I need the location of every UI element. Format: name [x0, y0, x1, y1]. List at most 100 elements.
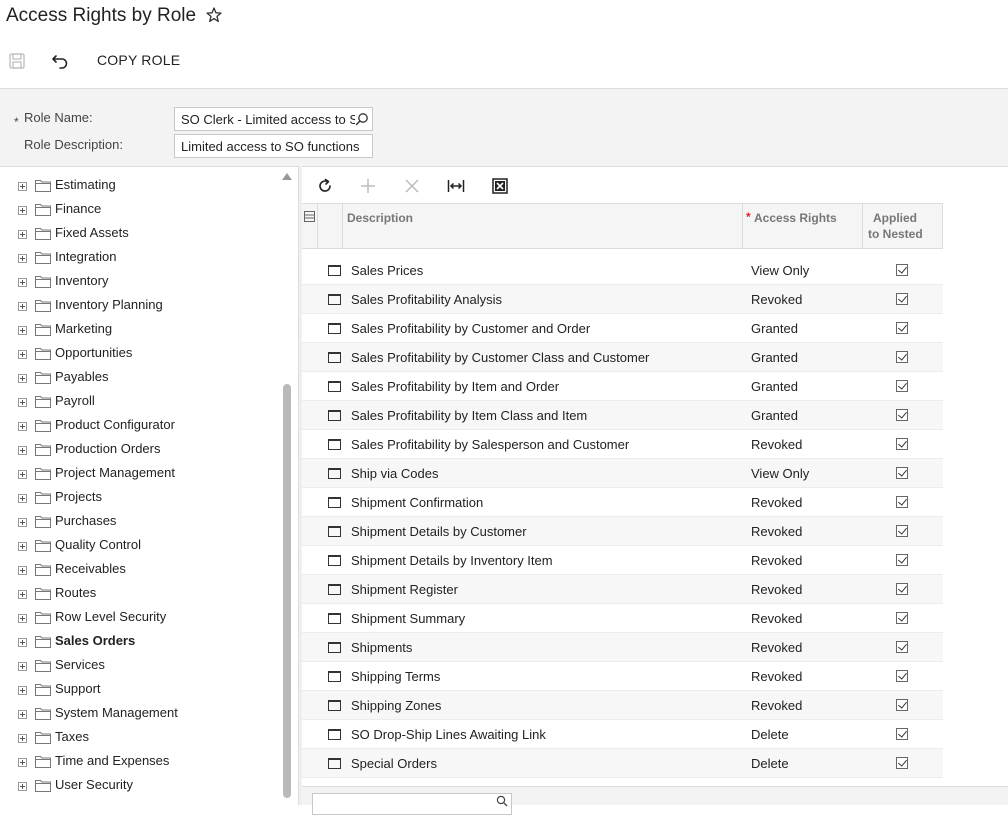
expand-icon[interactable] [18, 710, 27, 719]
expand-icon[interactable] [18, 614, 27, 623]
table-row[interactable]: Shipment Details by Inventory Item Revoke… [302, 546, 943, 575]
scroll-up-icon[interactable] [281, 171, 293, 181]
tree-item[interactable]: Inventory Planning [18, 294, 288, 318]
copy-role-button[interactable]: COPY ROLE [97, 52, 180, 68]
table-row[interactable]: Shipping Zones Revoked [302, 691, 943, 720]
applied-to-nested-checkbox[interactable] [896, 351, 908, 363]
expand-icon[interactable] [18, 398, 27, 407]
access-rights-cell[interactable]: Revoked [751, 495, 802, 510]
applied-to-nested-checkbox[interactable] [896, 293, 908, 305]
expand-icon[interactable] [18, 422, 27, 431]
table-row[interactable]: Ship via Codes View Only [302, 459, 943, 488]
tree-item[interactable]: Product Configurator [18, 414, 288, 438]
tree-item[interactable]: Integration [18, 246, 288, 270]
tree-item[interactable]: Opportunities [18, 342, 288, 366]
tree-item[interactable]: Purchases [18, 510, 288, 534]
table-row[interactable]: Shipment Details by Customer Revoked [302, 517, 943, 546]
column-settings-icon[interactable] [304, 211, 315, 222]
access-rights-cell[interactable]: Revoked [751, 292, 802, 307]
access-rights-cell[interactable]: Delete [751, 727, 789, 742]
applied-to-nested-checkbox[interactable] [896, 264, 908, 276]
table-row[interactable]: Shipping Terms Revoked [302, 662, 943, 691]
expand-icon[interactable] [18, 758, 27, 767]
table-row[interactable]: Sales Profitability by Customer Class an… [302, 343, 943, 372]
table-row[interactable]: Sales Profitability by Salesperson and C… [302, 430, 943, 459]
undo-icon[interactable] [50, 51, 70, 69]
add-row-icon[interactable] [359, 177, 377, 195]
applied-to-nested-checkbox[interactable] [896, 438, 908, 450]
refresh-icon[interactable] [316, 177, 334, 195]
tree-item[interactable]: System Management [18, 702, 288, 726]
access-rights-cell[interactable]: Revoked [751, 437, 802, 452]
table-row[interactable]: Shipment Summary Revoked [302, 604, 943, 633]
expand-icon[interactable] [18, 518, 27, 527]
tree-item[interactable]: Projects [18, 486, 288, 510]
tree-item[interactable]: Payables [18, 366, 288, 390]
access-rights-cell[interactable]: Revoked [751, 611, 802, 626]
table-row[interactable]: Shipments Revoked [302, 633, 943, 662]
table-row[interactable]: Sales Profitability by Item and Order Gra… [302, 372, 943, 401]
table-row[interactable]: Shipment Confirmation Revoked [302, 488, 943, 517]
role-description-field[interactable]: Limited access to SO functions [174, 134, 373, 158]
access-rights-cell[interactable]: View Only [751, 263, 809, 278]
access-rights-cell[interactable]: View Only [751, 466, 809, 481]
expand-icon[interactable] [18, 230, 27, 239]
applied-to-nested-checkbox[interactable] [896, 467, 908, 479]
access-rights-cell[interactable]: Revoked [751, 640, 802, 655]
applied-to-nested-checkbox[interactable] [896, 641, 908, 653]
table-row[interactable]: Shipment Register Revoked [302, 575, 943, 604]
expand-icon[interactable] [18, 254, 27, 263]
expand-icon[interactable] [18, 470, 27, 479]
expand-icon[interactable] [18, 278, 27, 287]
expand-icon[interactable] [18, 182, 27, 191]
table-row[interactable]: SO Drop-Ship Lines Awaiting Link Delete [302, 720, 943, 749]
applied-to-nested-checkbox[interactable] [896, 699, 908, 711]
tree-item[interactable]: Sales Orders [18, 630, 288, 654]
expand-icon[interactable] [18, 638, 27, 647]
expand-icon[interactable] [18, 446, 27, 455]
applied-to-nested-checkbox[interactable] [896, 322, 908, 334]
access-rights-cell[interactable]: Granted [751, 350, 798, 365]
save-icon[interactable] [8, 52, 26, 70]
expand-icon[interactable] [18, 590, 27, 599]
access-rights-column-header[interactable]: * Access Rights [743, 204, 863, 249]
access-rights-cell[interactable]: Revoked [751, 553, 802, 568]
table-row[interactable]: Sales Profitability by Customer and Orde… [302, 314, 943, 343]
access-rights-cell[interactable]: Revoked [751, 669, 802, 684]
tree-item[interactable]: User Security [18, 774, 288, 798]
search-icon[interactable] [355, 112, 369, 126]
star-icon[interactable] [205, 6, 223, 24]
applied-to-nested-checkbox[interactable] [896, 380, 908, 392]
expand-icon[interactable] [18, 494, 27, 503]
expand-icon[interactable] [18, 326, 27, 335]
tree-item[interactable]: Time and Expenses [18, 750, 288, 774]
access-rights-cell[interactable]: Revoked [751, 524, 802, 539]
applied-to-nested-checkbox[interactable] [896, 409, 908, 421]
access-rights-cell[interactable]: Granted [751, 321, 798, 336]
access-rights-cell[interactable]: Delete [751, 756, 789, 771]
tree-item[interactable]: Production Orders [18, 438, 288, 462]
table-row[interactable]: Sales Profitability Analysis Revoked [302, 285, 943, 314]
tree-item[interactable]: Inventory [18, 270, 288, 294]
access-rights-cell[interactable]: Revoked [751, 698, 802, 713]
access-rights-cell[interactable]: Granted [751, 408, 798, 423]
applied-to-nested-checkbox[interactable] [896, 583, 908, 595]
column-settings-cell[interactable] [302, 204, 318, 249]
tree-item[interactable]: Quality Control [18, 534, 288, 558]
applied-to-nested-column-header[interactable]: Applied to Nested [863, 204, 943, 249]
applied-to-nested-checkbox[interactable] [896, 525, 908, 537]
tree-item[interactable]: Marketing [18, 318, 288, 342]
applied-to-nested-checkbox[interactable] [896, 728, 908, 740]
tree-scroll-thumb[interactable] [283, 384, 291, 798]
expand-icon[interactable] [18, 206, 27, 215]
applied-to-nested-checkbox[interactable] [896, 612, 908, 624]
tree-item[interactable]: Row Level Security [18, 606, 288, 630]
expand-icon[interactable] [18, 686, 27, 695]
tree-item[interactable]: Payroll [18, 390, 288, 414]
tree-item[interactable]: Services [18, 654, 288, 678]
grid-search-input[interactable] [312, 793, 512, 815]
table-row[interactable]: Special Orders Delete [302, 749, 943, 778]
search-icon[interactable] [496, 795, 508, 807]
applied-to-nested-checkbox[interactable] [896, 496, 908, 508]
expand-icon[interactable] [18, 566, 27, 575]
